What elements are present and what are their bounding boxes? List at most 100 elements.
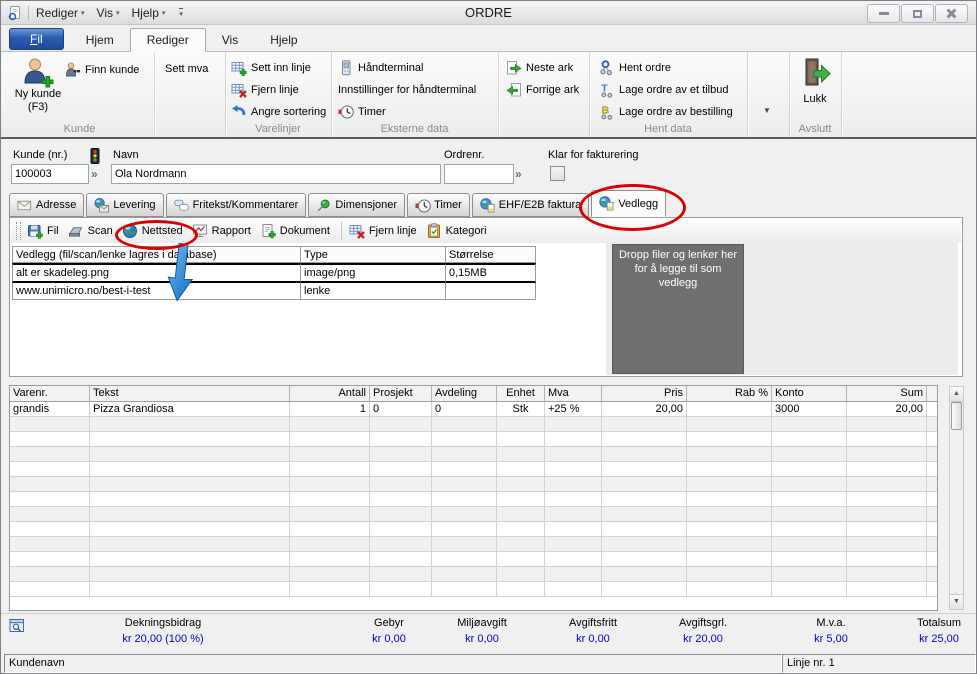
order-column-tekst[interactable]: Tekst [90,386,290,402]
empty-cell [602,492,687,507]
remove-line-button[interactable]: Fjern linje [231,80,299,100]
prev-sheet-button[interactable]: Forrige ark [506,80,579,100]
traffic-light-icon[interactable] [87,147,103,164]
toolbar-fjern-linje-button[interactable]: Fjern linje [349,223,417,239]
detail-tab-vedlegg[interactable]: Vedlegg [591,190,667,217]
customer-name-input[interactable] [111,164,441,184]
empty-order-row[interactable] [10,432,937,447]
empty-order-row[interactable] [10,522,937,537]
tab-hjelp[interactable]: Hjelp [254,29,313,51]
order-no-input[interactable] [444,164,514,184]
toolbar-scan-button[interactable]: Scan [68,223,113,239]
summary-value: kr 20,00 [683,633,723,645]
detail-tab-label: Dimensjoner [335,199,398,211]
detail-tab-ehf-e2b-faktura[interactable]: EHF/E2B faktura [471,193,590,217]
toolbar-nettsted-button[interactable]: Nettsted [122,223,183,239]
tab-fil[interactable]: Fil [9,28,64,50]
empty-order-row[interactable] [10,462,937,477]
order-column-konto[interactable]: Konto [772,386,847,402]
customer-no-input[interactable] [11,164,89,184]
close-button[interactable] [935,4,968,23]
order-line-row[interactable]: grandis Pizza Grandiosa 1 0 0 Stk +25 % 20,00 30… [10,402,937,417]
order-column-varenr[interactable]: Varenr. [10,386,90,402]
order-column-sum[interactable]: Sum [847,386,927,402]
order-column-avdeling[interactable]: Avdeling [432,386,497,402]
toolbar-grip[interactable] [16,222,21,240]
scroll-up-icon[interactable]: ▲ [950,387,963,402]
order-column-pris[interactable]: Pris [602,386,687,402]
tab-vis[interactable]: Vis [206,29,254,51]
toolbar-dokument-button[interactable]: Dokument [260,223,330,239]
order-lookup-button[interactable]: » [515,167,522,181]
order-header-filler [927,386,937,402]
attachments-dropzone[interactable]: Dropp filer og lenker her for å legge ti… [612,244,744,374]
order-column-mva[interactable]: Mva [545,386,602,402]
empty-order-row[interactable] [10,477,937,492]
order-column-prosjekt[interactable]: Prosjekt [370,386,432,402]
order-column-enhet[interactable]: Enhet [497,386,545,402]
detail-tab-dimensjoner[interactable]: Dimensjoner [308,193,406,217]
set-mva-button[interactable]: Sett mva [165,59,208,79]
order-lines-scrollbar[interactable]: ▲ ▼ [949,386,964,610]
empty-order-row[interactable] [10,492,937,507]
empty-order-row[interactable] [10,507,937,522]
order-column-antall[interactable]: Antall [290,386,370,402]
summary-label: Avgiftsfritt [568,617,618,629]
empty-order-row[interactable] [10,567,937,582]
empty-order-row[interactable] [10,537,937,552]
empty-cell [602,447,687,462]
summary-label: Totalsum [916,617,962,629]
titlebar-menu-rediger[interactable]: Rediger ▾ [36,6,85,20]
detail-tab-adresse[interactable]: Adresse [9,193,85,217]
attachment-row[interactable]: alt er skadeleg.png image/png 0,15MB [12,263,536,283]
handheld-settings-button[interactable]: Innstillinger for håndterminal [338,80,476,100]
handheld-button[interactable]: Håndterminal [338,58,423,78]
undo-sort-button[interactable]: Angre sortering [231,102,326,122]
insert-line-button[interactable]: Sett inn linje [231,58,311,78]
new-customer-button[interactable]: Ny kunde (F3) [11,56,65,114]
order-from-purchase-button[interactable]: B Lage ordre av bestilling [599,102,733,122]
scroll-down-icon[interactable]: ▼ [950,594,963,609]
empty-cell [497,492,545,507]
summary-search-icon[interactable] [9,618,25,634]
tab-rediger[interactable]: Rediger [129,28,206,52]
group-label-hent-data: Hent data [644,123,692,135]
next-sheet-button[interactable]: Neste ark [506,58,573,78]
toolbar-rapport-button[interactable]: Rapport [192,223,251,239]
quick-access-more-icon[interactable]: ▾ [179,7,183,18]
detail-tab-timer[interactable]: Timer [407,193,470,217]
attachment-row[interactable]: www.unimicro.no/best-i-test lenke [12,283,536,300]
toolbar-fil-button[interactable]: Fil [27,223,59,239]
titlebar-menu-hjelp[interactable]: Hjelp ▾ [132,6,166,20]
maximize-button[interactable] [901,4,934,23]
empty-order-row[interactable] [10,447,937,462]
ribbon-divider [1,137,976,139]
empty-order-row[interactable] [10,417,937,432]
minimize-button[interactable] [867,4,900,23]
attachments-column-header[interactable]: Vedlegg (fil/scan/lenke lagres i databas… [12,246,301,263]
get-order-button[interactable]: Hent ordre [599,58,671,78]
timer-button[interactable]: Timer [338,102,386,122]
attachments-column-header[interactable]: Størrelse [446,246,536,263]
find-customer-button[interactable]: Finn kunde [65,60,139,80]
order-column-rab[interactable]: Rab % [687,386,772,402]
detail-tab-levering[interactable]: Levering [86,193,164,217]
empty-order-row[interactable] [10,552,937,567]
toolbar-kategori-button[interactable]: Kategori [426,223,487,239]
tab-hjem[interactable]: Hjem [70,29,130,51]
app-icon[interactable] [7,5,23,21]
scrollbar-thumb[interactable] [951,402,962,430]
empty-cell [602,552,687,567]
more-options-arrow-icon[interactable]: ▼ [763,106,771,115]
detail-tab-fritekst-kommentarer[interactable]: Fritekst/Kommentarer [165,193,307,217]
order-from-quote-button[interactable]: T Lage ordre av et tilbud [599,80,728,100]
close-window-button[interactable]: Lukk [794,57,836,106]
scanner-icon [68,223,84,239]
empty-order-row[interactable] [10,582,937,597]
empty-cell [602,417,687,432]
customer-lookup-button[interactable]: » [91,167,98,181]
empty-cell [602,507,687,522]
attachments-column-header[interactable]: Type [301,246,446,263]
ready-for-invoicing-checkbox[interactable] [550,166,565,181]
titlebar-menu-vis[interactable]: Vis ▾ [97,6,120,20]
